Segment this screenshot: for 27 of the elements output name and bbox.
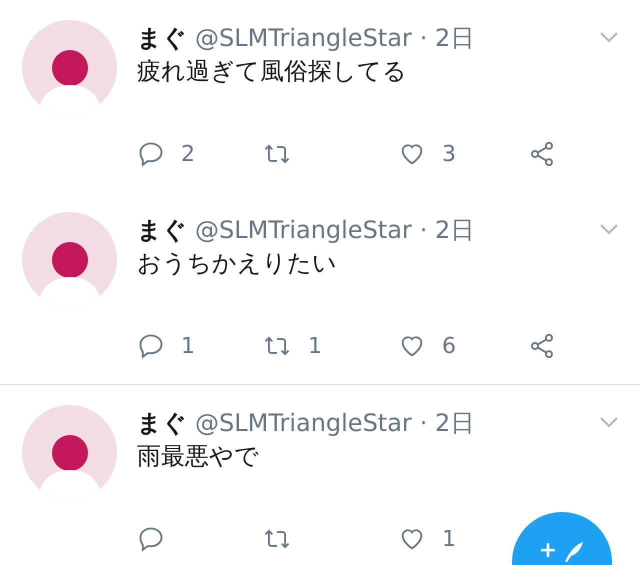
display-name[interactable]: まぐ <box>137 405 187 441</box>
tweet-action-button[interactable] <box>137 525 165 553</box>
tweet-action-button[interactable]: 2 <box>137 138 195 170</box>
reply-icon <box>137 140 165 168</box>
compose-button[interactable]: + <box>512 512 612 565</box>
user-handle[interactable]: @SLMTriangleStar <box>195 20 412 56</box>
user-handle[interactable]: @SLMTriangleStar <box>195 212 412 248</box>
share-icon <box>528 140 556 168</box>
tweet-text: 疲れ過ぎて風俗探してる <box>137 56 408 87</box>
share-button[interactable] <box>528 332 556 360</box>
tweet-time: · 2日 <box>420 215 474 246</box>
tweet-action-button[interactable]: 6 <box>398 330 456 362</box>
tweet-time: · 2日 <box>420 408 474 439</box>
tweet-action-button[interactable]: 3 <box>398 138 456 170</box>
tweet-action-button[interactable]: 1 <box>398 522 456 556</box>
tweet-text: 雨最悪やで <box>137 441 260 472</box>
tweet-time: · 2日 <box>420 23 474 54</box>
reply-icon <box>137 525 165 553</box>
display-name[interactable]: まぐ <box>137 212 187 248</box>
tweet-text: おうちかえりたい <box>137 248 338 279</box>
reply-icon <box>137 332 165 360</box>
tweet-action-button[interactable]: 1 <box>262 330 322 362</box>
share-button[interactable] <box>528 140 556 168</box>
tweet-action-button[interactable]: 1 <box>137 330 195 362</box>
user-handle[interactable]: @SLMTriangleStar <box>195 405 412 441</box>
share-icon <box>528 332 556 360</box>
display-name[interactable]: まぐ <box>137 20 187 56</box>
